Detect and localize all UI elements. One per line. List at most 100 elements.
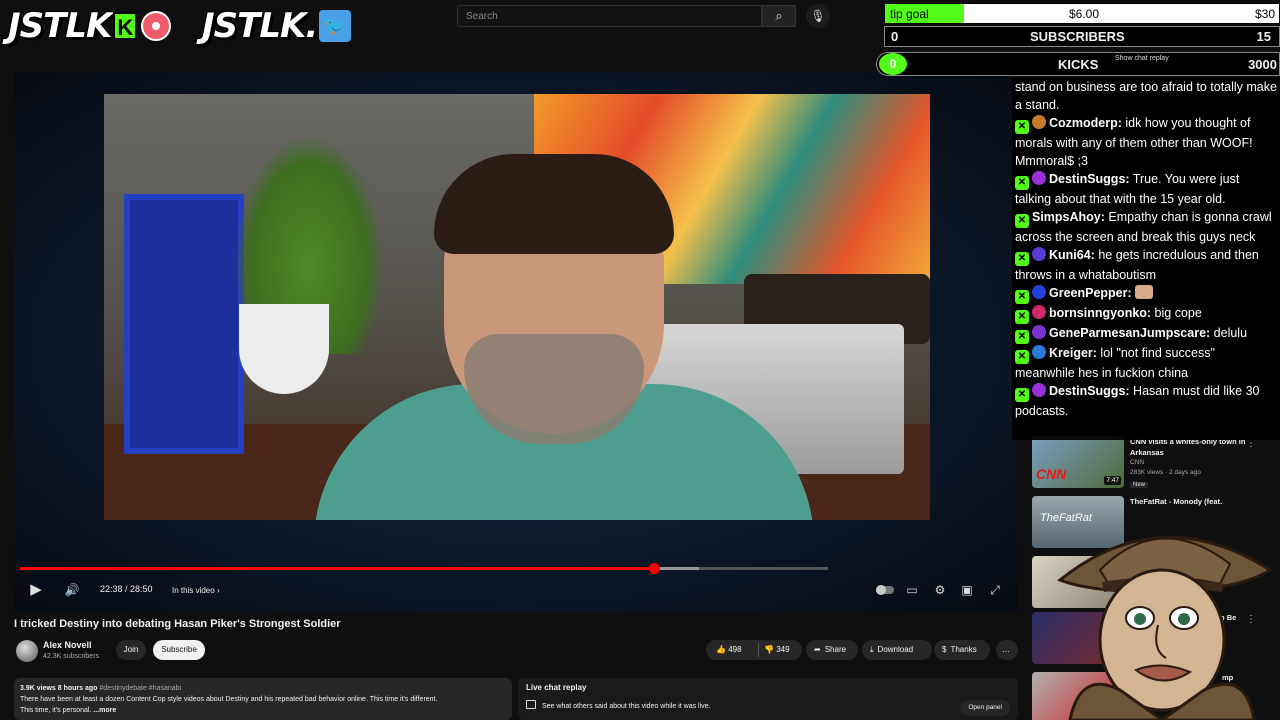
chat-message: ✕ SimpsAhoy: Empathy chan is gonna crawl … [1012,208,1280,246]
subscriber-badge-icon [1032,305,1046,319]
open-panel-button[interactable]: Open panel [960,700,1010,716]
like-button[interactable]: 👍 498 [716,640,742,660]
search-input[interactable]: Search [457,5,762,27]
kick-badge-icon: ✕ [1015,310,1029,324]
hashtags[interactable]: #destinydebate #hasanabi [99,685,181,692]
thanks-label: Thanks [950,645,977,654]
recommendation-item[interactable]: CNN 7:47 CNN visits a whites-only town i… [1030,436,1280,492]
like-count: 498 [728,645,742,654]
kick-badge-icon: ✕ [1015,330,1029,344]
recommendation-meta: 283K views · 2 days ago [1130,469,1201,476]
show-chat-replay-button[interactable]: Show chat replay [1115,55,1169,62]
tip-goal-label: tip goal [890,7,929,21]
thumbnail[interactable]: CNN 7:47 [1032,436,1124,488]
mic-icon: 🎙 [810,9,826,23]
chat-message: stand on business are too afraid to tota… [1015,80,1277,112]
avatar[interactable] [16,640,38,662]
share-button[interactable]: ➦ Share [806,640,858,660]
miniplayer-icon[interactable]: ▣ [957,580,977,600]
video-title: I tricked Destiny into debating Hasan Pi… [14,618,341,630]
kick-badge-icon: ✕ [1015,388,1029,402]
chat-username[interactable]: DestinSuggs: [1049,384,1130,398]
search-icon: ⌕ [775,8,783,23]
chat-message: ✕ DestinSuggs: Hasan must did like 30 pod… [1012,382,1280,420]
chat-username[interactable]: GeneParmesanJumpscare: [1049,326,1210,340]
live-chat-replay-title: Live chat replay [526,683,587,692]
subscribers-current: 0 [891,29,899,44]
tip-goal-bar: tip goal $6.00 $30 [884,3,1280,24]
download-button[interactable]: ⤓ Download [862,640,932,660]
in-this-video-label: In this video [172,586,215,595]
subscriber-badge-icon [1032,247,1046,261]
subscriber-badge-icon [1032,171,1046,185]
chat-username[interactable]: GreenPepper: [1049,286,1132,300]
subscribers-label: SUBSCRIBERS [1030,29,1125,44]
subscriber-count: 42.3K subscribers [43,653,100,660]
fullscreen-icon[interactable]: ⤢ [985,580,1005,600]
chat-username[interactable]: DestinSuggs: [1049,172,1130,186]
emote-icon [1135,285,1154,299]
thanks-button[interactable]: $ Thanks [934,640,990,660]
play-icon[interactable]: ▶ [26,580,46,600]
mic-button[interactable]: 🎙 [806,4,830,28]
chat-message: ✕ Kuni64: he gets incredulous and then th… [1012,246,1280,284]
video-player[interactable] [14,72,1018,612]
channel-name[interactable]: Alex Novell [43,640,92,650]
progress-bar[interactable] [20,563,828,574]
kick-icon: K [113,12,138,40]
kick-badge-icon: ✕ [1015,120,1029,134]
kick-badge-icon: ✕ [1015,176,1029,190]
volume-icon[interactable]: 🔊 [62,580,82,600]
like-dislike-group: 👍 498 👎 349 [706,640,802,660]
detective-avatar-overlay [1057,535,1273,720]
join-button[interactable]: Join [116,640,146,660]
chat-username[interactable]: Cozmoderp: [1049,116,1122,130]
kicks-label: KICKS [1058,57,1099,72]
chat-text: big cope [1151,306,1202,320]
more-link[interactable]: ...more [93,707,116,714]
download-icon: ⤓ [870,645,874,654]
logo-kick-text: JSTLK [8,6,112,46]
chat-message: ✕ Cozmoderp: idk how you thought of moral… [1012,114,1280,170]
chat-username[interactable]: Kreiger: [1049,346,1097,360]
subtitles-icon[interactable]: ▭ [902,580,922,600]
live-chat-replay-subtitle: See what others said about this video wh… [542,703,711,710]
top-bar: JSTLK K JSTLK. 🐦 Search ⌕ 🎙 [0,0,880,48]
more-actions-button[interactable]: … [996,640,1018,660]
gear-icon[interactable]: ⚙ [930,580,950,600]
kicks-goal-bar: 0 KICKS Show chat replay 3000 [876,52,1280,76]
page: JSTLK K JSTLK. 🐦 Search ⌕ 🎙 ▶ 🔊 22:38 / … [0,0,1280,720]
in-this-video-button[interactable]: In this video › [168,583,224,598]
chat-message: ✕ GreenPepper: [1012,284,1280,304]
description-box[interactable]: 3.9K views 8 hours ago #destinydebate #h… [14,678,512,720]
new-badge: New [1130,482,1149,488]
time-display: 22:38 / 28:50 [100,584,153,594]
share-label: Share [824,645,847,654]
video-frame[interactable] [104,94,930,520]
subscriber-badge-icon [1032,345,1046,359]
subscriber-badge-icon [1032,383,1046,397]
chat-message: ✕ Kreiger: lol "not find success" meanwhi… [1012,344,1280,382]
chevron-right-icon: › [216,586,220,595]
streamer [304,134,824,520]
kick-badge-icon: ✕ [1015,252,1029,266]
more-icon: … [1002,645,1010,654]
chat-username[interactable]: SimpsAhoy: [1032,210,1105,224]
chat-username[interactable]: bornsinngyonko: [1049,306,1151,320]
twitter-logo: JSTLK. 🐦 [202,6,352,46]
chat-message: ✕ GeneParmesanJumpscare: delulu [1012,324,1280,344]
search-button[interactable]: ⌕ [762,5,796,27]
share-icon: ➦ [814,645,821,654]
autoplay-toggle[interactable] [876,585,894,595]
subscribers-goal-bar: 0 SUBSCRIBERS 15 [884,26,1280,47]
dislike-button[interactable]: 👎 349 [764,640,790,660]
chat-text: delulu [1210,326,1248,340]
subscriber-badge-icon [1032,325,1046,339]
thumbs-down-icon: 👎 [764,645,774,654]
chat-icon [526,700,536,709]
progress-fill [20,567,655,570]
recommendation-channel[interactable]: CNN [1130,458,1144,467]
chat-username[interactable]: Kuni64: [1049,248,1095,262]
subscribe-button[interactable]: Subscribe [153,640,205,660]
kick-badge-icon: ✕ [1015,290,1029,304]
